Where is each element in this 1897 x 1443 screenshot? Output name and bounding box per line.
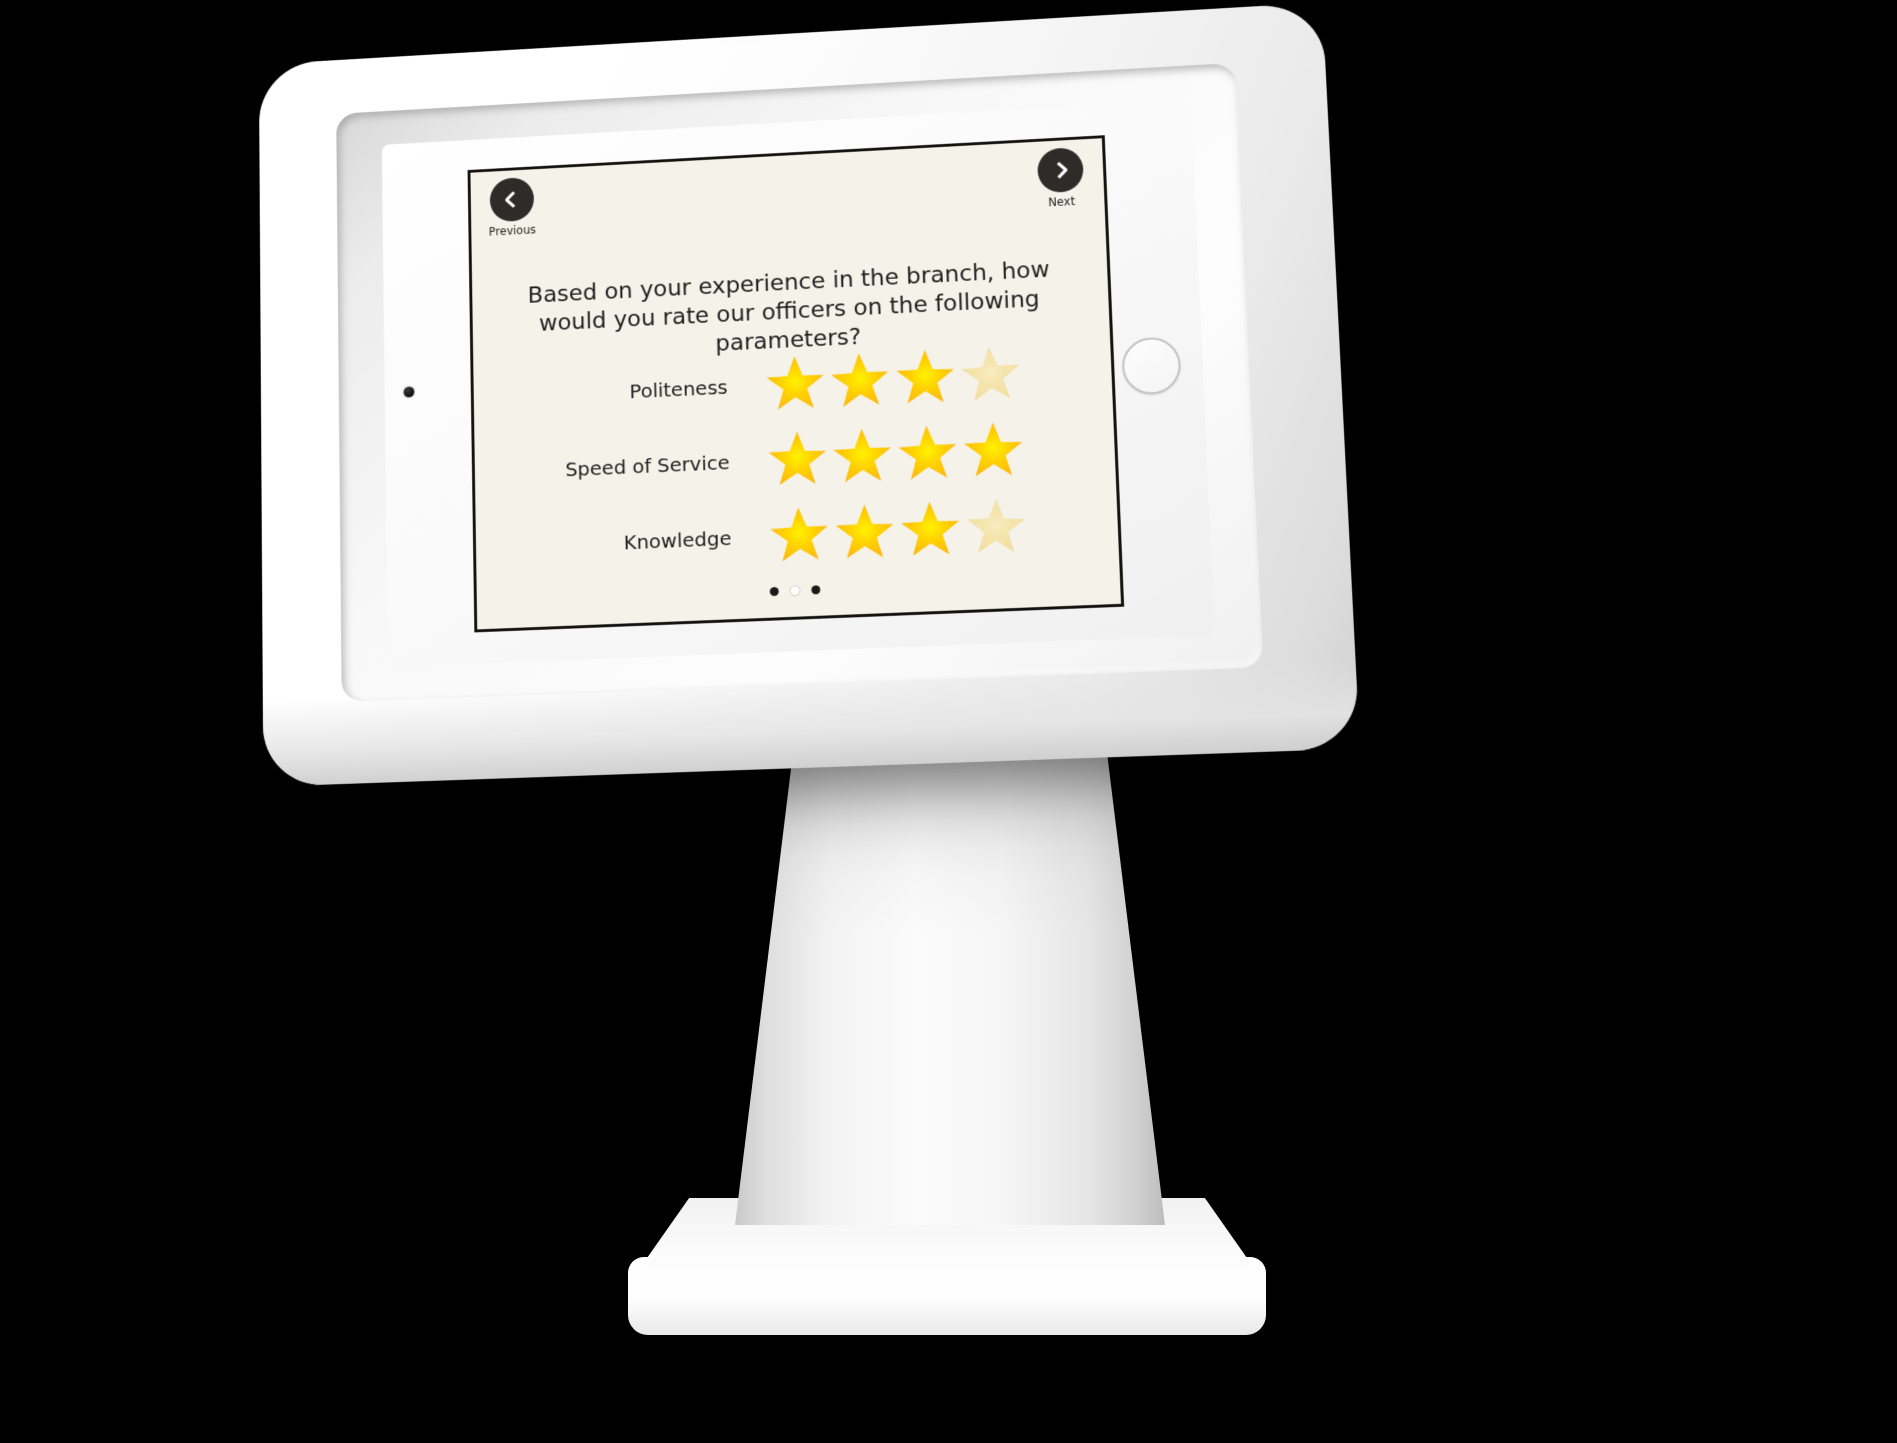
kiosk-enclosure: Previous Next Based on your experience i…: [258, 2, 1361, 787]
pagination-dot[interactable]: [811, 585, 821, 595]
rating-rows-container: Politeness Speed of Service Knowledge: [514, 333, 1085, 585]
tablet-device: Previous Next Based on your experience i…: [381, 99, 1215, 667]
star-rating-control[interactable]: [768, 495, 1028, 567]
star-filled-icon[interactable]: [768, 503, 832, 567]
previous-button-label: Previous: [488, 222, 537, 239]
star-filled-icon[interactable]: [831, 425, 894, 488]
chevron-left-icon: [505, 191, 516, 209]
camera-dot-icon: [403, 386, 415, 398]
rating-label: Speed of Service: [564, 450, 730, 482]
previous-button-circle: [489, 176, 535, 223]
pagination-dot[interactable]: [769, 586, 779, 597]
star-filled-icon[interactable]: [896, 421, 961, 485]
star-filled-icon[interactable]: [962, 419, 1025, 481]
next-button-circle: [1036, 146, 1085, 194]
star-rating-control[interactable]: [766, 419, 1025, 491]
rating-label: Politeness: [629, 375, 728, 404]
star-empty-icon[interactable]: [958, 342, 1024, 407]
previous-button[interactable]: Previous: [482, 176, 542, 239]
star-filled-icon[interactable]: [828, 349, 892, 413]
next-button[interactable]: Next: [1029, 146, 1093, 211]
pagination-dots: [769, 585, 821, 597]
star-rating-control[interactable]: [764, 343, 1023, 415]
chevron-right-icon: [1056, 161, 1068, 179]
rating-label: Knowledge: [623, 526, 732, 555]
pagination-dot-active[interactable]: [790, 586, 800, 596]
tablet-screen: Previous Next Based on your experience i…: [467, 135, 1125, 633]
next-button-label: Next: [1047, 194, 1076, 210]
kiosk-scene: Previous Next Based on your experience i…: [0, 0, 1897, 1443]
star-empty-icon[interactable]: [965, 496, 1027, 557]
star-filled-icon[interactable]: [767, 428, 829, 490]
star-filled-icon[interactable]: [899, 498, 963, 561]
home-button-icon[interactable]: [1121, 336, 1182, 396]
star-filled-icon[interactable]: [764, 352, 827, 415]
kiosk-stand-base: [628, 1257, 1266, 1335]
star-filled-icon[interactable]: [894, 347, 956, 409]
star-filled-icon[interactable]: [834, 501, 896, 563]
kiosk-bezel-well: Previous Next Based on your experience i…: [336, 62, 1264, 702]
